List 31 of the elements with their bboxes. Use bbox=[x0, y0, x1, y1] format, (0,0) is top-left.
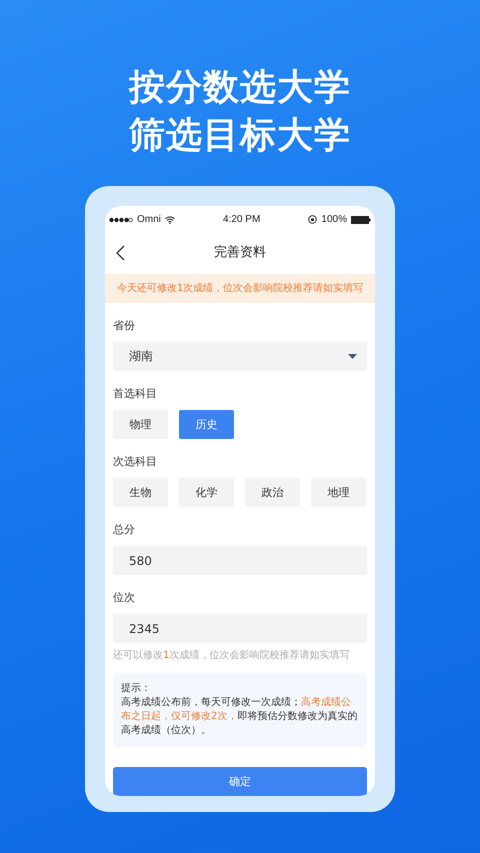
field-label: 省份 bbox=[113, 319, 136, 333]
tip-title: 提示： bbox=[121, 682, 152, 696]
headline: 按分数选大学 bbox=[129, 66, 351, 110]
headline: 筛选目标大学 bbox=[129, 114, 351, 158]
battery-percent: 100% bbox=[321, 214, 347, 226]
subject-option[interactable]: 化学 bbox=[179, 478, 234, 507]
back-icon[interactable] bbox=[115, 244, 125, 261]
battery-icon bbox=[350, 216, 371, 224]
carrier-name: Omni bbox=[137, 214, 161, 226]
rotation-lock-icon bbox=[308, 215, 318, 224]
subject-option[interactable]: 物理 bbox=[113, 410, 168, 439]
page-title: 完善资料 bbox=[214, 244, 266, 262]
subject-option[interactable]: 地理 bbox=[311, 478, 366, 507]
province-dropdown[interactable]: 湖南 bbox=[113, 342, 367, 371]
caret-icon bbox=[348, 354, 357, 359]
subject-option[interactable]: 生物 bbox=[113, 478, 168, 507]
field-label: 首选科目 bbox=[113, 387, 158, 401]
signal-icon bbox=[109, 216, 133, 223]
tip-text: 高考成绩公布前，每天可修改一次成绩；高考成绩公布之日起，仅可修改2次，即将预估分数修改为真实的高考成绩（位次）。 bbox=[121, 696, 358, 738]
subject-option[interactable]: 历史 bbox=[179, 410, 234, 439]
wifi-icon bbox=[164, 216, 175, 224]
notice-banner: 今天还可修改1次成绩，位次会影响院校推荐请如实填写 bbox=[105, 274, 375, 303]
score-field[interactable]: 580 bbox=[113, 546, 367, 575]
rank-field[interactable]: 2345 bbox=[113, 614, 367, 643]
field-label: 总分 bbox=[113, 523, 136, 537]
clock: 4:20 PM bbox=[223, 214, 260, 226]
subject-option[interactable]: 政治 bbox=[245, 478, 300, 507]
hint-text: 还可以修改1次成绩，位次会影响院校推荐请如实填写 bbox=[113, 649, 350, 662]
confirm-button[interactable]: 确定 bbox=[113, 767, 367, 796]
field-label: 位次 bbox=[113, 591, 136, 605]
field-label: 次选科目 bbox=[113, 455, 158, 469]
